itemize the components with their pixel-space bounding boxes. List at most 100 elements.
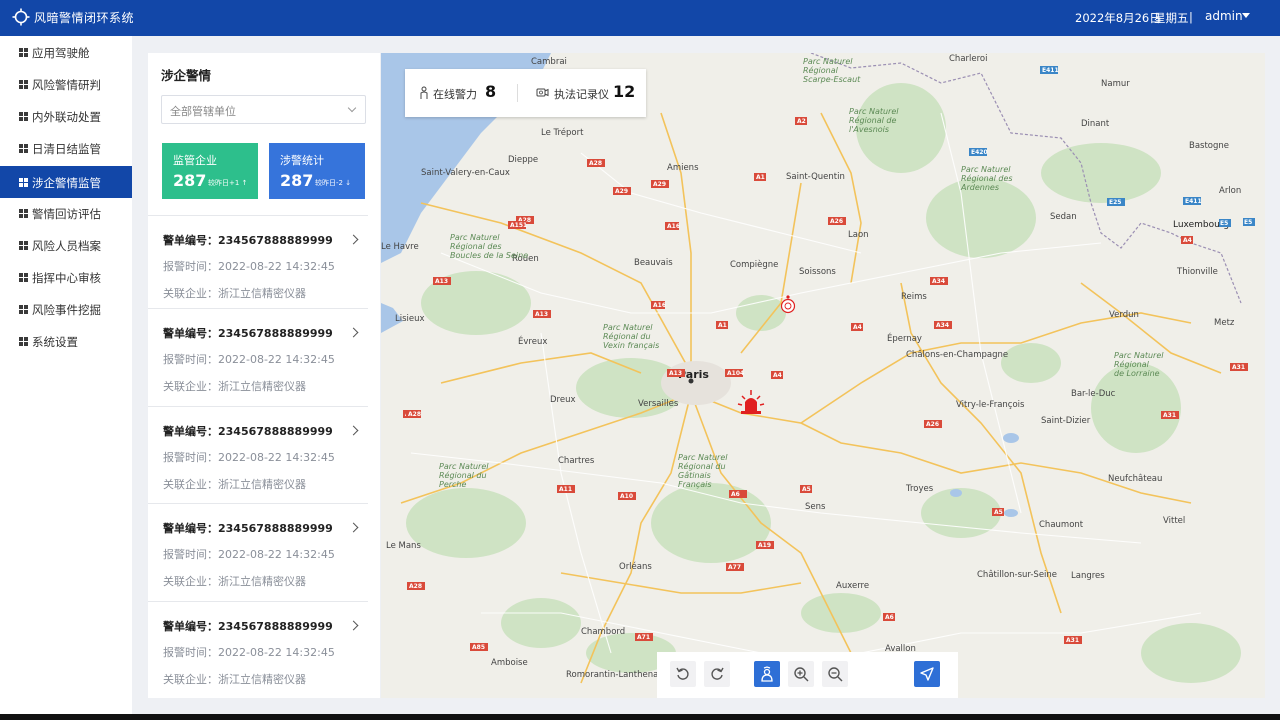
supervised-enterprises-card[interactable]: 监管企业 287 较昨日+1 ↑: [162, 143, 258, 199]
alert-number: 警单编号：234567888889999: [163, 618, 333, 634]
police-officer-icon: [761, 666, 773, 682]
sidebar-item-label: 系统设置: [32, 335, 78, 349]
panel-title: 涉企警情: [161, 68, 212, 83]
sidebar-item-settings[interactable]: 系统设置: [0, 325, 132, 357]
alert-number-label: 警单编号：: [163, 425, 218, 438]
locate-button[interactable]: [914, 661, 940, 687]
list-item[interactable]: 警单编号：234567888889999 报警时间：2022-08-22 14:…: [148, 601, 368, 697]
map-label-amboise: Amboise: [491, 658, 528, 668]
park-label-line: Régional du: [603, 331, 651, 341]
alert-enterprise-label: 关联企业：: [163, 673, 218, 686]
zoom-out-icon: [828, 667, 843, 682]
sidebar-item-label: 风险事件挖掘: [32, 303, 101, 317]
sidebar-item-revisit[interactable]: 警情回访评估: [0, 197, 132, 229]
park-label-line: Parc Naturel: [1114, 351, 1164, 360]
road-shield: A104: [725, 369, 744, 377]
list-item[interactable]: 警单编号：234567888889999 报警时间：2022-08-22 14:…: [148, 406, 368, 502]
svg-text:A29: A29: [653, 181, 666, 188]
header-separator: |: [1189, 10, 1193, 24]
sidebar-item-event-mining[interactable]: 风险事件挖掘: [0, 293, 132, 325]
park-label-line: Régional de: [849, 115, 896, 125]
recorder-value: 12: [613, 82, 636, 101]
rotate-right-button[interactable]: [704, 661, 730, 687]
sidebar-item-daily-supervision[interactable]: 日清日结监管: [0, 132, 132, 164]
road-shield: A6: [729, 490, 747, 498]
zoom-in-button[interactable]: [788, 661, 814, 687]
park-label-vexin: Parc Naturel Régional du Vexin français: [603, 323, 659, 350]
chevron-right-icon[interactable]: [348, 425, 359, 436]
svg-text:E5: E5: [1220, 220, 1228, 227]
map-label-dreux: Dreux: [550, 395, 576, 405]
card-value: 287: [173, 171, 207, 190]
map-label-chalons: Châlons-en-Champagne: [906, 350, 1008, 360]
alert-time-value: 2022-08-22 14:32:45: [218, 548, 335, 561]
map-label-vittel: Vittel: [1163, 516, 1185, 526]
chevron-right-icon[interactable]: [348, 522, 359, 533]
arrow-down-icon: ↓: [345, 179, 352, 187]
chevron-right-icon[interactable]: [348, 234, 359, 245]
list-item[interactable]: 警单编号：234567888889999 报警时间：2022-08-22 14:…: [148, 308, 368, 404]
alert-list-panel: 涉企警情 全部管辖单位 监管企业 287 较昨日+1 ↑ 涉警统计 287 较昨…: [148, 53, 380, 698]
user-menu[interactable]: admin: [1205, 9, 1243, 23]
park-label-line: de Lorraine: [1114, 369, 1160, 378]
park-label-line: Régional: [1114, 359, 1150, 369]
police-statistics-card[interactable]: 涉警统计 287 较昨日-2 ↓: [269, 143, 365, 199]
map-label-namur: Namur: [1101, 79, 1130, 89]
alert-number: 警单编号：234567888889999: [163, 232, 333, 248]
map-label-bar-le-duc: Bar-le-Duc: [1071, 389, 1116, 399]
chevron-down-icon: [347, 103, 357, 113]
alert-time: 报警时间：2022-08-22 14:32:45: [163, 449, 335, 465]
sidebar-item-command-review[interactable]: 指挥中心审核: [0, 261, 132, 293]
sidebar-item-linkage[interactable]: 内外联动处置: [0, 100, 132, 132]
map-label-chartres: Chartres: [558, 456, 595, 466]
recorder-label: 执法记录仪: [554, 88, 609, 101]
sidebar-item-personnel[interactable]: 风险人员档案: [0, 229, 132, 261]
rotate-left-button[interactable]: [670, 661, 696, 687]
police-button[interactable]: [754, 661, 780, 687]
road-shield: A13: [533, 310, 551, 318]
zoom-out-button[interactable]: [822, 661, 848, 687]
enterprise-pin-icon[interactable]: [780, 295, 796, 314]
map-label-saint-valery: Saint-Valery-en-Caux: [421, 168, 510, 178]
road-shield: A13: [667, 369, 685, 377]
grid-icon: [19, 80, 28, 89]
sidebar-item-risk-analysis[interactable]: 风险警情研判: [0, 68, 132, 100]
map-label-sens: Sens: [805, 502, 826, 512]
sidebar-item-enterprise-alerts[interactable]: 涉企警情监管: [0, 166, 132, 198]
road-shield: E25: [1107, 198, 1125, 206]
map-label-saint-dizier: Saint-Dizier: [1041, 416, 1091, 426]
map-label-amiens: Amiens: [667, 163, 699, 173]
chevron-right-icon[interactable]: [348, 620, 359, 631]
siren-icon[interactable]: [737, 390, 765, 414]
alert-enterprise-value: 浙江立信精密仪器: [218, 575, 306, 588]
alert-enterprise-label: 关联企业：: [163, 478, 218, 491]
list-item[interactable]: 警单编号：234567888889999 报警时间：2022-08-22 14:…: [148, 503, 368, 599]
svg-text:A85: A85: [472, 644, 485, 651]
map-canvas[interactable]: Paris Amiens Rouen Reims Orléans Troyes …: [381, 53, 1265, 698]
road-shield: E420: [969, 148, 988, 156]
chevron-right-icon[interactable]: [348, 327, 359, 338]
park-label-line: l'Avesnois: [849, 125, 889, 134]
park-label-perche: Parc Naturel Régional du Perche: [439, 462, 489, 489]
zoom-in-icon: [794, 667, 809, 682]
road-shield: A28: [587, 159, 605, 167]
svg-text:A31: A31: [1163, 412, 1176, 419]
list-item[interactable]: 警单编号：234567888889999 报警时间：2022-08-22 14:…: [148, 215, 368, 311]
unit-select[interactable]: 全部管辖单位: [161, 95, 366, 124]
sidebar-item-label: 指挥中心审核: [32, 271, 101, 285]
road-shield: E5: [1243, 218, 1255, 226]
card-title: 涉警统计: [280, 154, 324, 167]
svg-text:A29: A29: [615, 188, 628, 195]
alert-time-value: 2022-08-22 14:32:45: [218, 451, 335, 464]
map-label-laon: Laon: [848, 230, 869, 240]
park-label-line: Régional des: [961, 173, 1013, 183]
alert-number-value: 234567888889999: [218, 425, 333, 438]
sidebar-item-label: 警情回访评估: [32, 207, 101, 221]
card-value: 287: [280, 171, 314, 190]
sidebar-item-cockpit[interactable]: 应用驾驶舱: [0, 36, 132, 68]
map-view[interactable]: Paris Amiens Rouen Reims Orléans Troyes …: [381, 53, 1265, 698]
road-shield: A5: [800, 485, 812, 493]
grid-icon: [19, 48, 28, 57]
svg-text:A2: A2: [797, 118, 806, 125]
caret-down-icon[interactable]: [1242, 13, 1250, 18]
